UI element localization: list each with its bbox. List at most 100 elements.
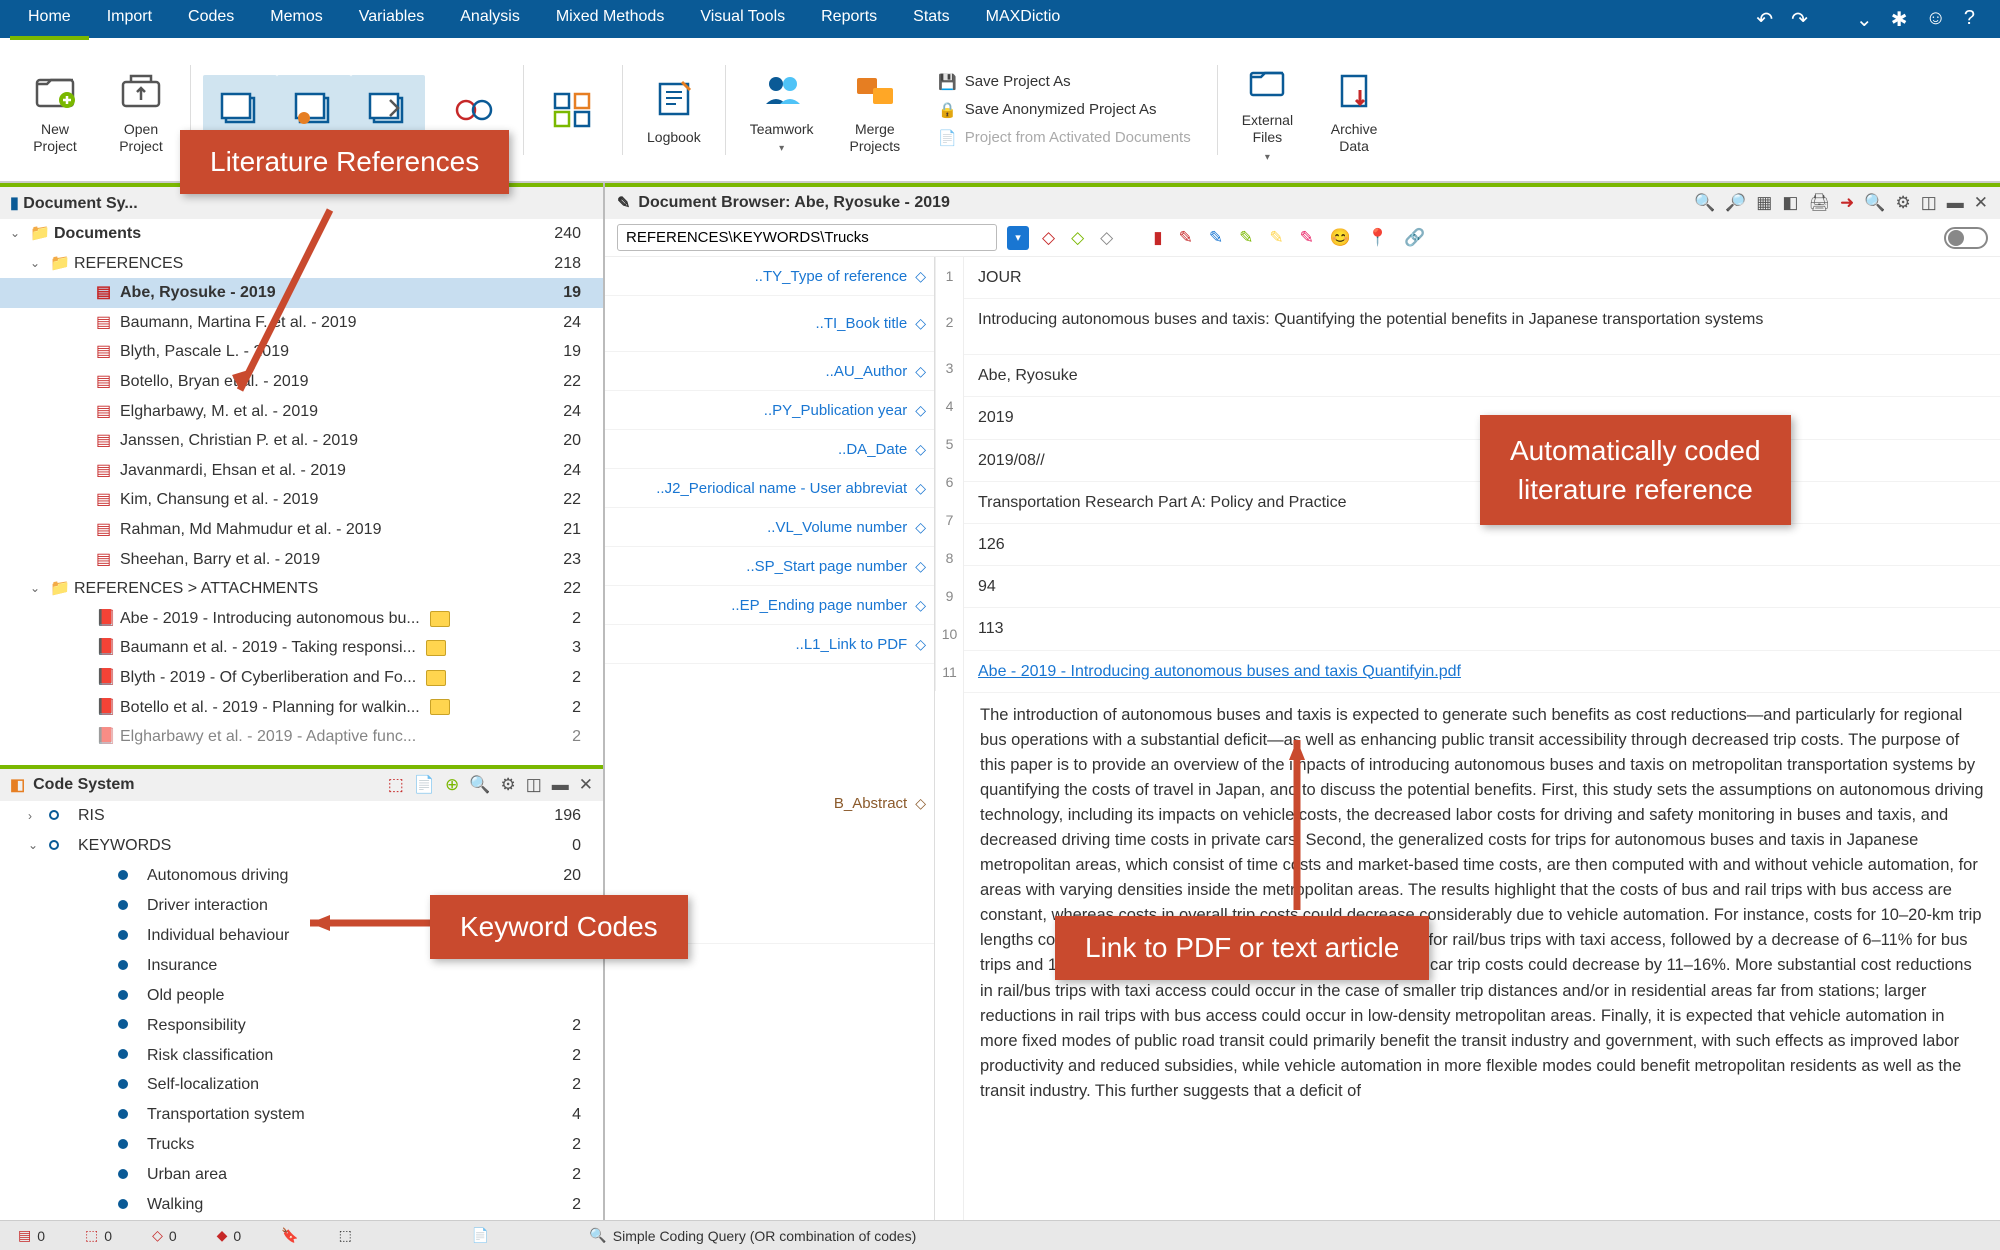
tree-collapse-icon[interactable]: ⌄ [30, 254, 46, 273]
menu-stats[interactable]: Stats [895, 0, 967, 40]
collapse-icon[interactable]: ▬ [552, 775, 569, 795]
menu-import[interactable]: Import [89, 0, 170, 40]
document-icon: ▤ [96, 369, 116, 395]
code-row[interactable]: Responsibility2 [0, 1011, 603, 1041]
code-bracket-icon: ◇ [915, 268, 926, 285]
highlighter-icon[interactable]: ✎ [1236, 228, 1256, 248]
code-group-row[interactable]: ⌄KEYWORDS0 [0, 831, 603, 861]
memo-icon [426, 670, 446, 686]
pdf-link[interactable]: Abe - 2019 - Introducing autonomous buse… [978, 663, 1461, 680]
document-icon: ▤ [96, 428, 116, 454]
pdf-icon: 📕 [96, 695, 116, 721]
link-icon[interactable]: 🔗 [1401, 228, 1428, 248]
attachment-row[interactable]: 📕Elgharbawy et al. - 2019 - Adaptive fun… [0, 722, 603, 752]
zoom-in-icon[interactable]: 🔎 [1725, 193, 1746, 213]
tree-expand-icon[interactable]: › [28, 807, 44, 826]
code-marker-icon[interactable]: ◇ [1097, 228, 1116, 248]
external-files-button[interactable]: External Files ▾ [1230, 56, 1305, 163]
emoji-icon[interactable]: 😊 [1327, 228, 1354, 248]
collapse-icon[interactable]: ▬ [1947, 193, 1964, 213]
menu-maxdictio[interactable]: MAXDictio [968, 0, 1079, 40]
redo-icon[interactable]: ↷ [1791, 7, 1808, 32]
window-icon[interactable]: ◫ [526, 775, 542, 795]
grid-icon[interactable]: ▦ [1756, 193, 1772, 213]
layout-icon[interactable]: ◧ [1782, 193, 1798, 213]
attachment-row[interactable]: 📕Botello et al. - 2019 - Planning for wa… [0, 693, 603, 723]
merge-projects-button[interactable]: Merge Projects [838, 65, 913, 155]
menu-memos[interactable]: Memos [252, 0, 340, 40]
attachment-row[interactable]: 📕Abe - 2019 - Introducing autonomous bu.… [0, 604, 603, 634]
search-icon[interactable]: 🔍 [469, 775, 490, 795]
menu-reports[interactable]: Reports [803, 0, 895, 40]
smiley-icon[interactable]: ☺ [1925, 7, 1945, 32]
doc-row[interactable]: ▤Rahman, Md Mahmudur et al. - 201921 [0, 515, 603, 545]
ribbon-grid-button[interactable] [536, 85, 610, 135]
undo-icon[interactable]: ↶ [1756, 7, 1773, 32]
window-icon[interactable]: ◫ [1921, 193, 1937, 213]
tree-collapse-icon[interactable]: ⌄ [10, 224, 26, 243]
doc-row[interactable]: ▤Sheehan, Barry et al. - 201923 [0, 545, 603, 575]
code-marker-icon[interactable]: ◇ [1039, 228, 1058, 248]
code-system-icon: ◧ [10, 775, 25, 795]
highlighter-icon[interactable]: ✎ [1206, 228, 1226, 248]
toggle-switch[interactable] [1944, 227, 1988, 249]
query-label: Simple Coding Query (OR combination of c… [613, 1228, 916, 1244]
menu-home[interactable]: Home [10, 0, 89, 40]
attachment-row[interactable]: 📕Baumann et al. - 2019 - Taking responsi… [0, 633, 603, 663]
archive-data-button[interactable]: Archive Data [1317, 65, 1391, 155]
code-row[interactable]: Trucks2 [0, 1130, 603, 1160]
code-row[interactable]: Walking2 [0, 1190, 603, 1220]
code-row[interactable]: Transportation system4 [0, 1100, 603, 1130]
menu-visual-tools[interactable]: Visual Tools [682, 0, 803, 40]
menu-variables[interactable]: Variables [341, 0, 443, 40]
code-add-icon[interactable]: ⊕ [445, 775, 459, 795]
save-anonymized-button[interactable]: 🔒Save Anonymized Project As [938, 98, 1191, 122]
print-icon[interactable]: 🖨 [1808, 193, 1830, 213]
menubar: Home Import Codes Memos Variables Analys… [0, 0, 2000, 38]
code-tool-icon[interactable]: 📄 [414, 775, 435, 795]
open-project-button[interactable]: Open Project [104, 65, 178, 155]
doc-row[interactable]: ▤Javanmardi, Ehsan et al. - 201924 [0, 456, 603, 486]
code-row[interactable]: Urban area2 [0, 1160, 603, 1190]
highlighter-icon[interactable]: ✎ [1176, 228, 1196, 248]
doc-status-icon: 📄 [472, 1227, 489, 1244]
gear-icon[interactable]: ⚙ [500, 775, 515, 795]
close-icon[interactable]: ✕ [1974, 193, 1988, 213]
highlighter-icon[interactable]: ✎ [1266, 228, 1286, 248]
callout-auto-coded: Automatically coded literature reference [1480, 415, 1791, 525]
path-dropdown-button[interactable]: ▾ [1007, 226, 1029, 250]
highlighter-icon[interactable]: ✎ [1297, 228, 1317, 248]
ribbon-tool-4[interactable] [437, 85, 511, 135]
teamwork-button[interactable]: Teamwork ▾ [738, 65, 826, 155]
tree-collapse-icon[interactable]: ⌄ [30, 579, 46, 598]
code-marker-icon[interactable]: ◇ [1068, 228, 1087, 248]
close-icon[interactable]: ✕ [579, 775, 593, 795]
zoom-out-icon[interactable]: 🔍 [1694, 193, 1715, 213]
code-group-row[interactable]: ›RIS196 [0, 801, 603, 831]
save-project-as-button[interactable]: 💾Save Project As [938, 70, 1191, 94]
new-project-button[interactable]: New Project [18, 65, 92, 155]
dropdown-icon[interactable]: ⌄ [1856, 7, 1873, 32]
tree-collapse-icon[interactable]: ⌄ [28, 836, 44, 855]
document-icon: ▤ [96, 517, 116, 543]
highlight-tool-icon[interactable]: ▮ [1150, 228, 1165, 248]
code-path-input[interactable] [617, 224, 997, 251]
doc-row[interactable]: ▤Kim, Chansung et al. - 201922 [0, 485, 603, 515]
help-icon[interactable]: ? [1964, 7, 1975, 32]
menu-codes[interactable]: Codes [170, 0, 252, 40]
code-tool-icon[interactable]: ⬚ [388, 775, 404, 795]
export-icon[interactable]: ➜ [1840, 193, 1854, 213]
attachment-row[interactable]: 📕Blyth - 2019 - Of Cyberliberation and F… [0, 663, 603, 693]
code-row[interactable]: Old people [0, 981, 603, 1011]
settings-icon[interactable]: ✱ [1891, 7, 1908, 32]
gear-icon[interactable]: ⚙ [1895, 193, 1910, 213]
menu-mixed-methods[interactable]: Mixed Methods [538, 0, 683, 40]
code-row[interactable]: Risk classification2 [0, 1041, 603, 1071]
logbook-button[interactable]: Logbook [635, 73, 713, 146]
search-icon[interactable]: 🔍 [1864, 193, 1885, 213]
pin-icon[interactable]: 📍 [1364, 228, 1391, 248]
code-row[interactable]: Self-localization2 [0, 1070, 603, 1100]
code-row[interactable]: Autonomous driving20 [0, 861, 603, 891]
doc-row[interactable]: ▤Janssen, Christian P. et al. - 201920 [0, 426, 603, 456]
menu-analysis[interactable]: Analysis [442, 0, 538, 40]
